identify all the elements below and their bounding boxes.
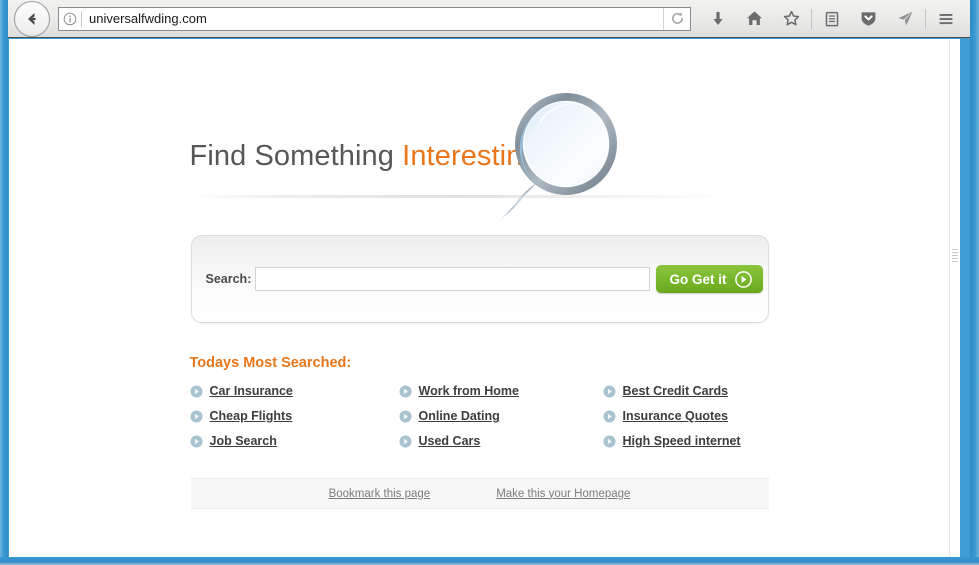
back-arrow-icon bbox=[28, 12, 36, 25]
list-item[interactable]: Best Credit Cards bbox=[603, 384, 770, 398]
paper-plane-icon bbox=[898, 11, 913, 26]
shield-pocket-icon bbox=[861, 12, 876, 26]
reload-button[interactable] bbox=[663, 7, 690, 30]
bookmark-star-button[interactable] bbox=[773, 2, 810, 36]
hamburger-menu-icon bbox=[939, 13, 952, 24]
list-item[interactable]: Work from Home bbox=[399, 384, 603, 398]
list-item[interactable]: Car Insurance bbox=[190, 384, 399, 398]
list-item[interactable]: High Speed internet bbox=[603, 434, 770, 448]
page-footer-bar: Bookmark this page Make this your Homepa… bbox=[190, 478, 769, 509]
list-item[interactable]: Online Dating bbox=[399, 409, 603, 423]
make-homepage-link[interactable]: Make this your Homepage bbox=[496, 488, 630, 500]
arrow-right-circle-bullet-icon bbox=[190, 435, 202, 447]
list-item-label: High Speed internet bbox=[622, 434, 741, 448]
downloads-button[interactable] bbox=[699, 2, 736, 36]
site-info-icon[interactable] bbox=[59, 8, 81, 30]
magnifying-glass-icon bbox=[498, 93, 617, 221]
list-item-label: Best Credit Cards bbox=[622, 384, 729, 398]
home-icon bbox=[747, 11, 762, 25]
address-bar[interactable]: universalfwding.com bbox=[58, 6, 691, 31]
toolbar-divider bbox=[811, 8, 812, 29]
menu-button[interactable] bbox=[927, 2, 964, 36]
arrow-right-circle-bullet-icon bbox=[190, 385, 202, 397]
list-item[interactable]: Used Cars bbox=[399, 434, 603, 448]
list-item-label: Used Cars bbox=[418, 434, 481, 448]
home-button[interactable] bbox=[736, 2, 773, 36]
page-viewport: Find Something Interesting Search: Go Ge… bbox=[9, 39, 960, 557]
go-get-it-label: Go Get it bbox=[669, 271, 727, 287]
bookmark-page-link[interactable]: Bookmark this page bbox=[329, 488, 431, 500]
arrow-right-circle-bullet-icon bbox=[603, 410, 615, 422]
most-searched-grid: Car Insurance Work from Home Best Credit… bbox=[190, 384, 770, 448]
list-item-label: Car Insurance bbox=[209, 384, 293, 398]
list-item-label: Insurance Quotes bbox=[622, 409, 729, 423]
list-item[interactable]: Job Search bbox=[190, 434, 399, 448]
list-item[interactable]: Cheap Flights bbox=[190, 409, 399, 423]
list-item[interactable]: Insurance Quotes bbox=[603, 409, 770, 423]
arrow-right-circle-bullet-icon bbox=[190, 410, 202, 422]
arrow-right-circle-icon bbox=[734, 270, 752, 288]
bookmark-star-icon bbox=[783, 10, 800, 26]
downloads-icon bbox=[712, 11, 723, 25]
search-panel: Search: Go Get it bbox=[190, 235, 769, 323]
list-item-label: Job Search bbox=[209, 434, 277, 448]
back-button[interactable] bbox=[14, 0, 50, 37]
scrollbar-grip[interactable] bbox=[952, 249, 958, 263]
arrow-right-circle-bullet-icon bbox=[399, 410, 411, 422]
hero-divider bbox=[189, 195, 730, 198]
pocket-save-button[interactable] bbox=[850, 2, 887, 36]
reading-list-icon bbox=[825, 11, 838, 26]
page-content: Find Something Interesting Search: Go Ge… bbox=[9, 88, 950, 557]
list-item-label: Online Dating bbox=[418, 409, 500, 423]
toolbar-button-group bbox=[699, 2, 970, 36]
arrow-right-circle-bullet-icon bbox=[399, 385, 411, 397]
arrow-right-circle-bullet-icon bbox=[603, 385, 615, 397]
send-page-button[interactable] bbox=[887, 2, 924, 36]
toolbar-divider-2 bbox=[925, 8, 926, 29]
browser-toolbar: universalfwding.com bbox=[8, 0, 970, 38]
page-title-primary: Find Something bbox=[189, 140, 403, 172]
vertical-scrollbar[interactable] bbox=[949, 39, 960, 557]
arrow-right-circle-bullet-icon bbox=[399, 435, 411, 447]
list-item-label: Work from Home bbox=[418, 384, 519, 398]
reading-list-button[interactable] bbox=[813, 2, 850, 36]
hero-section: Find Something Interesting bbox=[189, 88, 770, 228]
browser-window-frame: universalfwding.com Find Something Inter… bbox=[0, 0, 979, 565]
url-text[interactable]: universalfwding.com bbox=[82, 11, 663, 26]
window-border-right bbox=[970, 0, 979, 565]
info-circle-icon bbox=[63, 12, 77, 25]
most-searched-section: Todays Most Searched: Car Insurance Work… bbox=[190, 355, 770, 448]
most-searched-title: Todays Most Searched: bbox=[189, 355, 352, 371]
search-input[interactable] bbox=[255, 267, 650, 291]
search-label: Search: bbox=[205, 272, 252, 286]
window-border-bottom bbox=[0, 557, 979, 565]
arrow-right-circle-bullet-icon bbox=[603, 435, 615, 447]
window-border-left bbox=[0, 0, 8, 565]
reload-icon bbox=[671, 12, 683, 24]
list-item-label: Cheap Flights bbox=[209, 409, 293, 423]
go-get-it-button[interactable]: Go Get it bbox=[655, 265, 763, 293]
